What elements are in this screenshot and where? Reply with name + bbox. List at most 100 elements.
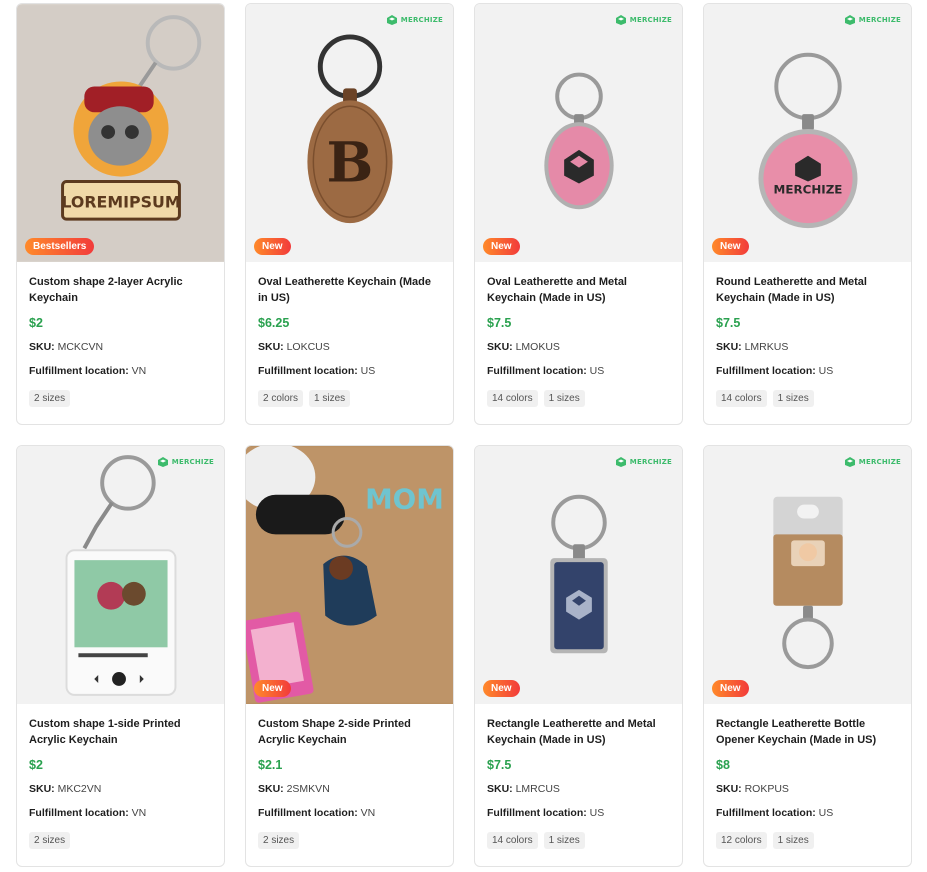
location-value: VN: [131, 365, 147, 377]
merchize-logo: MERCHIZE: [157, 456, 214, 468]
location-value: US: [818, 365, 834, 377]
variant-tags: 2 colors 1 sizes: [258, 390, 441, 407]
product-card[interactable]: MERCHIZE New Oval Leatherette and Metal …: [474, 3, 683, 425]
location-value: VN: [360, 807, 376, 819]
product-title[interactable]: Rectangle Leatherette Bottle Opener Keyc…: [716, 716, 899, 748]
sku-label: SKU:: [29, 783, 55, 795]
variant-tags: 12 colors 1 sizes: [716, 832, 899, 849]
color-tag: 14 colors: [487, 832, 538, 849]
product-sku: SKU: MCKCVN: [29, 341, 212, 353]
merchize-logo: MERCHIZE: [615, 14, 672, 26]
product-image[interactable]: MERCHIZE New: [475, 446, 682, 704]
sku-value: LMRKUS: [744, 341, 789, 353]
product-title[interactable]: Oval Leatherette and Metal Keychain (Mad…: [487, 274, 670, 306]
bottle-opener-keychain-image: [704, 447, 911, 703]
merchize-logo-icon: [157, 457, 168, 467]
fulfillment-location: Fulfillment location: US: [487, 365, 670, 377]
variant-tags: 2 sizes: [29, 832, 212, 849]
product-title[interactable]: Custom shape 1-side Printed Acrylic Keyc…: [29, 716, 212, 748]
logo-text: MERCHIZE: [629, 16, 672, 24]
svg-text:MOM: MOM: [365, 483, 444, 516]
round-metal-keychain-image: MERCHIZE: [704, 5, 911, 261]
svg-text:B: B: [327, 131, 374, 196]
size-tag: 1 sizes: [543, 390, 585, 407]
location-value: US: [589, 365, 605, 377]
size-tag: 2 sizes: [29, 390, 71, 407]
merchize-logo-icon: [844, 457, 855, 467]
merchize-logo-icon: [386, 15, 397, 25]
new-badge: New: [483, 680, 520, 697]
product-price: $7.5: [487, 316, 512, 330]
location-label: Fulfillment location:: [258, 807, 358, 819]
product-card[interactable]: MERCHIZE New Rectangle Leatherette and M…: [474, 445, 683, 867]
product-title[interactable]: Rectangle Leatherette and Metal Keychain…: [487, 716, 670, 748]
size-tag: 1 sizes: [543, 832, 585, 849]
product-sku: SKU: LMRCUS: [487, 783, 670, 795]
size-tag: 2 sizes: [258, 832, 300, 849]
color-tag: 14 colors: [487, 390, 538, 407]
sku-label: SKU:: [716, 783, 742, 795]
product-card[interactable]: LOREMIPSUM Bestsellers Custom shape 2-la…: [16, 3, 225, 425]
product-card[interactable]: B MERCHIZE New Oval Leatherette Keychain…: [245, 3, 454, 425]
product-grid: LOREMIPSUM Bestsellers Custom shape 2-la…: [16, 3, 912, 867]
logo-text: MERCHIZE: [629, 458, 672, 466]
product-price: $7.5: [487, 758, 512, 772]
product-card[interactable]: MERCHIZE MERCHIZE New Round Leatherette …: [703, 3, 912, 425]
logo-text: MERCHIZE: [858, 458, 901, 466]
sku-value: MCKCVN: [57, 341, 104, 353]
new-badge: New: [712, 238, 749, 255]
product-title[interactable]: Oval Leatherette Keychain (Made in US): [258, 274, 441, 306]
oval-leather-keychain-image: B: [246, 5, 453, 261]
new-badge: New: [254, 238, 291, 255]
product-price: $8: [716, 758, 730, 772]
product-sku: SKU: MKC2VN: [29, 783, 212, 795]
product-image[interactable]: MERCHIZE New: [475, 4, 682, 262]
mom-keychain-photo-image: MOM: [246, 446, 453, 703]
merchize-logo: MERCHIZE: [386, 14, 443, 26]
rectangle-metal-keychain-image: [475, 447, 682, 703]
merchize-logo-icon: [844, 15, 855, 25]
fulfillment-location: Fulfillment location: VN: [29, 365, 212, 377]
logo-text: MERCHIZE: [400, 16, 443, 24]
product-title[interactable]: Round Leatherette and Metal Keychain (Ma…: [716, 274, 899, 306]
product-image[interactable]: MERCHIZE: [17, 446, 224, 704]
location-label: Fulfillment location:: [487, 365, 587, 377]
product-image[interactable]: LOREMIPSUM Bestsellers: [17, 4, 224, 262]
acrylic-cat-keychain-image: LOREMIPSUM: [17, 5, 224, 261]
location-value: US: [360, 365, 376, 377]
product-image[interactable]: B MERCHIZE New: [246, 4, 453, 262]
product-card[interactable]: MERCHIZE New Rectangle Leatherette Bottl…: [703, 445, 912, 867]
product-sku: SKU: LMRKUS: [716, 341, 899, 353]
location-label: Fulfillment location:: [487, 807, 587, 819]
location-label: Fulfillment location:: [716, 807, 816, 819]
product-card[interactable]: MERCHIZE Custom shape 1-side Printed Acr…: [16, 445, 225, 867]
fulfillment-location: Fulfillment location: VN: [258, 807, 441, 819]
sku-label: SKU:: [258, 783, 284, 795]
product-title[interactable]: Custom shape 2-layer Acrylic Keychain: [29, 274, 212, 306]
sku-value: MKC2VN: [57, 783, 102, 795]
product-sku: SKU: 2SMKVN: [258, 783, 441, 795]
product-price: $2: [29, 758, 43, 772]
variant-tags: 14 colors 1 sizes: [487, 832, 670, 849]
product-price: $2.1: [258, 758, 283, 772]
location-label: Fulfillment location:: [258, 365, 358, 377]
merchize-logo: MERCHIZE: [844, 14, 901, 26]
location-label: Fulfillment location:: [29, 365, 129, 377]
product-card[interactable]: MOM New Custom Shape 2-side Printed Acry…: [245, 445, 454, 867]
product-title[interactable]: Custom Shape 2-side Printed Acrylic Keyc…: [258, 716, 441, 748]
sku-value: LMOKUS: [515, 341, 560, 353]
variant-tags: 14 colors 1 sizes: [487, 390, 670, 407]
logo-text: MERCHIZE: [171, 458, 214, 466]
product-image[interactable]: MERCHIZE MERCHIZE New: [704, 4, 911, 262]
merchize-logo-icon: [615, 457, 626, 467]
product-image[interactable]: MOM New: [246, 446, 453, 704]
fulfillment-location: Fulfillment location: US: [716, 365, 899, 377]
sku-label: SKU:: [258, 341, 284, 353]
fulfillment-location: Fulfillment location: VN: [29, 807, 212, 819]
variant-tags: 2 sizes: [29, 390, 212, 407]
location-value: VN: [131, 807, 147, 819]
new-badge: New: [254, 680, 291, 697]
product-image[interactable]: MERCHIZE New: [704, 446, 911, 704]
merchize-logo: MERCHIZE: [615, 456, 672, 468]
sku-value: LMRCUS: [515, 783, 560, 795]
